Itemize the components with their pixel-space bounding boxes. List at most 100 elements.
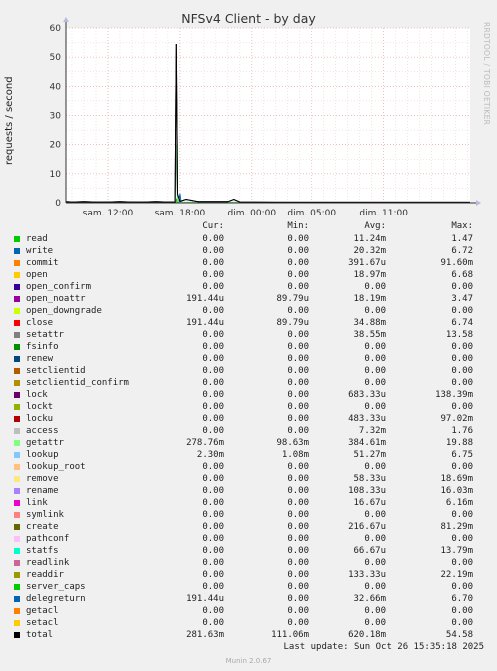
legend-header-avg: Avg: (364, 221, 386, 231)
legend-row-fsinfo: fsinfo 0.00 0.00 0.00 0.00 (0, 342, 497, 354)
legend-value-min: 0.00 (287, 282, 309, 292)
legend-swatch (14, 320, 20, 326)
x-tick-label: sam. 12:00 (83, 209, 134, 215)
legend-value-cur: 0.00 (202, 306, 224, 316)
legend-value-cur: 2.30m (196, 450, 224, 460)
legend-value-min: 0.00 (287, 498, 309, 508)
legend-value-avg: 0.00 (364, 558, 386, 568)
y-tick-label: 10 (50, 170, 62, 180)
legend-value-min: 0.00 (287, 270, 309, 280)
legend-swatch (14, 452, 20, 458)
legend-series-name: setacl (26, 618, 59, 628)
legend-series-name: access (26, 426, 59, 436)
legend-swatch (14, 476, 20, 482)
legend-row-statfs: statfs 0.00 0.00 66.67u 13.79m (0, 546, 497, 558)
legend-swatch (14, 404, 20, 410)
legend-value-avg: 18.97m (353, 270, 386, 280)
legend-header-cur: Cur: (202, 221, 224, 231)
legend-swatch (14, 488, 20, 494)
legend-series-name: pathconf (26, 534, 70, 544)
legend-value-cur: 0.00 (202, 234, 224, 244)
legend-value-avg: 0.00 (364, 462, 386, 472)
legend-swatch (14, 464, 20, 470)
legend-value-avg: 620.18m (348, 630, 386, 640)
legend-value-cur: 0.00 (202, 426, 224, 436)
legend-value-max: 91.60m (440, 258, 473, 268)
legend-swatch (14, 284, 20, 290)
legend-value-avg: 34.88m (353, 318, 386, 328)
legend-value-max: 18.69m (440, 474, 473, 484)
legend-value-max: 0.00 (451, 462, 473, 472)
legend-value-min: 0.00 (287, 546, 309, 556)
legend-swatch (14, 524, 20, 530)
legend-swatch (14, 236, 20, 242)
legend-value-cur: 278.76m (186, 438, 224, 448)
legend-value-min: 0.00 (287, 486, 309, 496)
legend-value-min: 0.00 (287, 618, 309, 628)
legend-row-readdir: readdir 0.00 0.00 133.33u 22.19m (0, 570, 497, 582)
legend-value-avg: 66.67u (353, 546, 386, 556)
legend-value-cur: 191.44u (186, 318, 224, 328)
legend-value-min: 0.00 (287, 402, 309, 412)
legend-series-name: open_noattr (26, 294, 86, 304)
legend-row-read: read 0.00 0.00 11.24m 1.47 (0, 234, 497, 246)
legend-value-avg: 0.00 (364, 366, 386, 376)
legend-series-name: setclientid (26, 366, 86, 376)
legend-value-avg: 0.00 (364, 378, 386, 388)
legend-series-name: setattr (26, 330, 64, 340)
legend-row-setattr: setattr 0.00 0.00 38.55m 13.58 (0, 330, 497, 342)
y-tick-label: 20 (50, 141, 62, 151)
legend-value-avg: 20.32m (353, 246, 386, 256)
legend-value-max: 1.76 (451, 426, 473, 436)
legend-row-remove: remove 0.00 0.00 58.33u 18.69m (0, 474, 497, 486)
legend-swatch (14, 440, 20, 446)
legend-value-max: 0.00 (451, 306, 473, 316)
legend-value-max: 6.74 (451, 318, 473, 328)
legend-row-lookup_root: lookup_root 0.00 0.00 0.00 0.00 (0, 462, 497, 474)
legend-series-name: server_caps (26, 582, 86, 592)
legend-series-name: lookup (26, 450, 59, 460)
legend-value-min: 0.00 (287, 366, 309, 376)
legend-row-lookup: lookup 2.30m 1.08m 51.27m 6.75 (0, 450, 497, 462)
legend-swatch (14, 536, 20, 542)
legend-row-open_noattr: open_noattr 191.44u 89.79u 18.19m 3.47 (0, 294, 497, 306)
legend-value-avg: 0.00 (364, 606, 386, 616)
legend-row-open_downgrade: open_downgrade 0.00 0.00 0.00 0.00 (0, 306, 497, 318)
legend-value-cur: 0.00 (202, 510, 224, 520)
legend-value-max: 97.02m (440, 414, 473, 424)
legend-swatch (14, 296, 20, 302)
legend-value-avg: 0.00 (364, 618, 386, 628)
legend-series-name: link (26, 498, 48, 508)
legend-value-cur: 281.63m (186, 630, 224, 640)
legend-value-avg: 7.32m (358, 426, 386, 436)
legend-row-close: close 191.44u 89.79u 34.88m 6.74 (0, 318, 497, 330)
legend-value-min: 0.00 (287, 522, 309, 532)
legend-swatch (14, 596, 20, 602)
legend-value-cur: 0.00 (202, 546, 224, 556)
legend-value-max: 16.03m (440, 486, 473, 496)
legend-row-write: write 0.00 0.00 20.32m 6.72 (0, 246, 497, 258)
legend-value-avg: 0.00 (364, 354, 386, 364)
legend-value-min: 0.00 (287, 474, 309, 484)
legend-series-name: readlink (26, 558, 70, 568)
legend-value-max: 0.00 (451, 618, 473, 628)
legend-header-max: Max: (451, 221, 473, 231)
legend-value-max: 0.00 (451, 282, 473, 292)
y-tick-label: 30 (50, 112, 62, 122)
legend-series-name: statfs (26, 546, 59, 556)
legend-series-name: lockt (26, 402, 54, 412)
legend-value-avg: 0.00 (364, 342, 386, 352)
y-axis-arrow (63, 17, 69, 22)
legend-series-name: lookup_root (26, 462, 86, 472)
legend-swatch (14, 584, 20, 590)
legend-value-avg: 0.00 (364, 282, 386, 292)
legend-row-rename: rename 0.00 0.00 108.33u 16.03m (0, 486, 497, 498)
legend-value-min: 0.00 (287, 258, 309, 268)
legend-row-renew: renew 0.00 0.00 0.00 0.00 (0, 354, 497, 366)
legend-value-max: 6.16m (445, 498, 473, 508)
legend-value-min: 98.63m (276, 438, 309, 448)
legend-series-name: locku (26, 414, 54, 424)
legend-value-min: 0.00 (287, 582, 309, 592)
legend-swatch (14, 344, 20, 350)
legend-series-name: remove (26, 474, 59, 484)
